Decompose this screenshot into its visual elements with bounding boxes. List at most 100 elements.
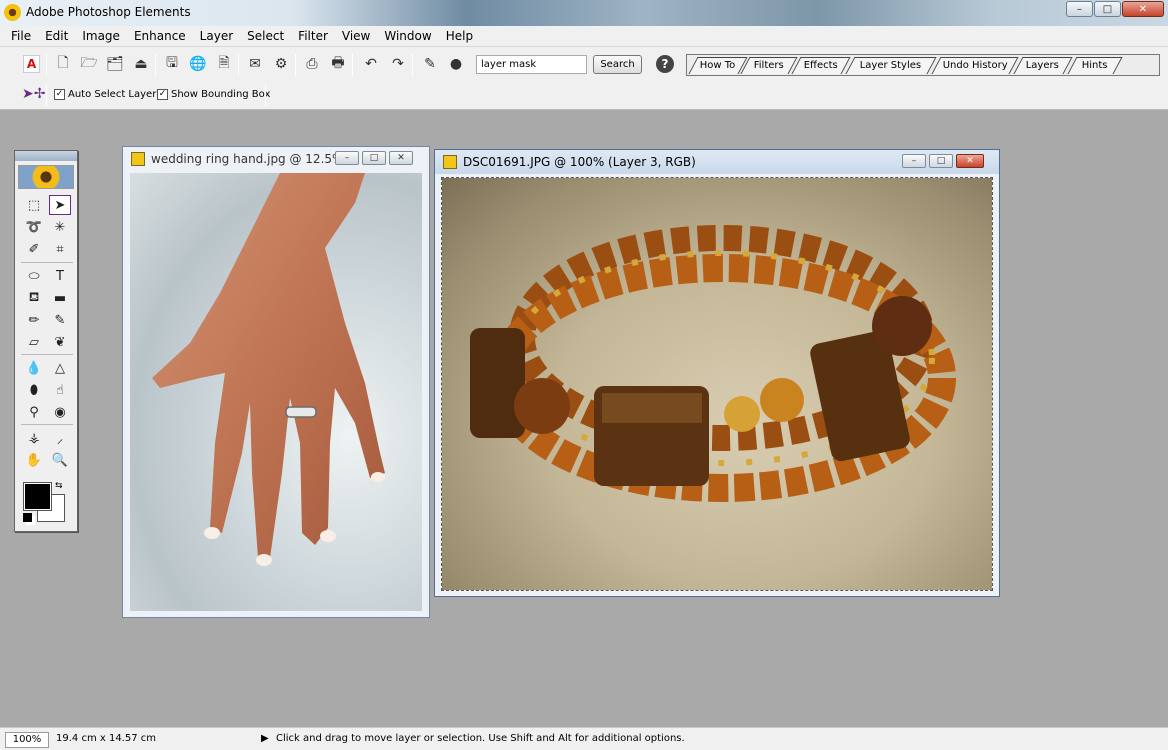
document-dimensions[interactable]: 19.4 cm x 14.57 cm [56,733,156,744]
separator [21,354,73,355]
shape-tool-icon[interactable]: ⬭ [23,266,45,286]
document-close-button[interactable]: ✕ [389,151,413,165]
menu-filter[interactable]: Filter [291,29,335,43]
help-icon[interactable]: ? [656,55,674,73]
tab-how-to[interactable]: How To [688,57,748,74]
checkbox-box[interactable]: ✓ [157,89,168,100]
search-input[interactable] [476,55,587,74]
wedding-ring-hand-image[interactable] [130,173,422,611]
gradient-tool-icon[interactable]: ▬ [49,288,71,308]
separator [21,424,73,425]
tab-filters[interactable]: Filters [740,57,798,74]
status-bar: 100% 19.4 cm x 14.57 cm ▶ Click and drag… [0,727,1168,750]
color-variations-icon[interactable]: ● [446,54,466,74]
smudge-tool-icon[interactable]: ☝ [49,380,71,400]
close-button[interactable]: ✕ [1122,1,1164,17]
blur-tool-icon[interactable]: 💧 [23,358,45,378]
red-eye-tool-icon[interactable]: ◉ [49,402,71,422]
tab-undo-history[interactable]: Undo History [931,57,1019,74]
document-icon [131,152,145,166]
save-icon[interactable]: 🖫 [162,54,182,74]
tab-effects[interactable]: Effects [791,57,851,74]
bracelet-image[interactable] [441,177,993,591]
zoom-level-field[interactable]: 100% [5,732,49,748]
minimize-button[interactable]: – [1066,1,1093,17]
save-for-web-icon[interactable]: 🌐 [188,54,208,74]
show-bounding-box-checkbox[interactable]: ✓ Show Bounding Box [157,89,270,100]
search-button[interactable]: Search [593,55,642,74]
document-icon [443,155,457,169]
paint-bucket-icon[interactable]: ⛾ [23,288,45,308]
pencil-tool-icon[interactable]: ✎ [49,310,71,330]
type-tool-icon[interactable]: T [49,266,71,286]
foreground-color-swatch[interactable] [23,482,52,511]
print-preview-icon[interactable]: ⎙ [302,54,322,74]
document-window-hand: wedding ring hand.jpg @ 12.5%... – □ ✕ [122,146,430,618]
document-minimize-button[interactable]: – [335,151,359,165]
sharpen-tool-icon[interactable]: △ [49,358,71,378]
default-colors-icon[interactable] [23,513,32,522]
zoom-tool-icon[interactable]: 🔍 [49,450,71,470]
menu-enhance[interactable]: Enhance [127,29,193,43]
browse-icon[interactable]: 🗂 [105,54,125,74]
brush-tool-icon[interactable]: ✏ [23,310,45,330]
document-titlebar[interactable]: wedding ring hand.jpg @ 12.5%... – □ ✕ [123,147,429,171]
tab-label: Effects [803,60,838,71]
separator [46,84,47,106]
document-controls: – □ ✕ [902,154,984,168]
print-icon[interactable]: 🖶 [328,54,348,74]
impressionist-brush-icon[interactable]: ❦ [49,332,71,352]
swap-colors-icon[interactable]: ⇆ [55,481,63,491]
hand-tool-icon[interactable]: ✋ [23,450,45,470]
menu-view[interactable]: View [335,29,377,43]
tab-layer-styles[interactable]: Layer Styles [845,57,937,74]
show-bounding-box-label: Show Bounding Box [171,89,271,100]
document-close-button[interactable]: ✕ [956,154,984,168]
menu-image[interactable]: Image [75,29,127,43]
sponge-tool-icon[interactable]: ⬮ [23,380,45,400]
crop-tool-icon[interactable]: ⌗ [49,239,71,259]
menu-edit[interactable]: Edit [38,29,75,43]
marquee-tool-icon[interactable]: ⬚ [23,195,45,215]
menu-layer[interactable]: Layer [193,29,240,43]
open-file-icon[interactable]: 🗁 [79,54,99,74]
tab-hints[interactable]: Hints [1067,57,1123,74]
menu-help[interactable]: Help [439,29,480,43]
auto-select-layer-checkbox[interactable]: ✓ Auto Select Layer [54,89,156,100]
menu-file[interactable]: File [4,29,38,43]
document-maximize-button[interactable]: □ [929,154,953,168]
tab-label: How To [699,60,736,71]
move-tool-icon[interactable]: ➤ [49,195,71,215]
adobe-logo-icon[interactable]: A [23,55,40,73]
tab-label: Filters [753,60,784,71]
magic-wand-icon[interactable]: ✳ [49,217,71,237]
eraser-tool-icon[interactable]: ▱ [23,332,45,352]
separator [21,262,73,263]
save-pdf-icon[interactable]: 🗎 [214,54,234,74]
dodge-tool-icon[interactable]: ⚲ [23,402,45,422]
new-file-icon[interactable]: 🗋 [53,54,73,74]
menu-select[interactable]: Select [240,29,291,43]
document-minimize-button[interactable]: – [902,154,926,168]
online-services-icon[interactable]: ⚙ [271,54,291,74]
checkbox-box[interactable]: ✓ [54,89,65,100]
attach-icon[interactable]: ✉ [245,54,265,74]
maximize-button[interactable]: □ [1094,1,1121,17]
document-titlebar[interactable]: DSC01691.JPG @ 100% (Layer 3, RGB) – □ ✕ [435,150,999,174]
document-maximize-button[interactable]: □ [362,151,386,165]
tab-label: Layers [1026,60,1060,71]
redo-icon[interactable]: ↷ [388,54,408,74]
move-tool-icon[interactable]: ➤✢ [22,86,45,102]
eyedropper-icon[interactable]: ⸝ [49,428,71,448]
import-icon[interactable]: ⏏ [131,54,151,74]
undo-icon[interactable]: ↶ [361,54,381,74]
menu-window[interactable]: Window [377,29,438,43]
toolbox-header[interactable] [15,151,77,161]
title-bar: Adobe Photoshop Elements – □ ✕ [0,0,1168,26]
tab-layers[interactable]: Layers [1013,57,1073,74]
lasso-tool-icon[interactable]: ➰ [23,217,45,237]
clone-stamp-icon[interactable]: ⚶ [23,428,45,448]
status-menu-arrow-icon[interactable]: ▶ [261,733,269,744]
selection-brush-icon[interactable]: ✐ [23,239,45,259]
quick-fix-icon[interactable]: ✎ [420,54,440,74]
